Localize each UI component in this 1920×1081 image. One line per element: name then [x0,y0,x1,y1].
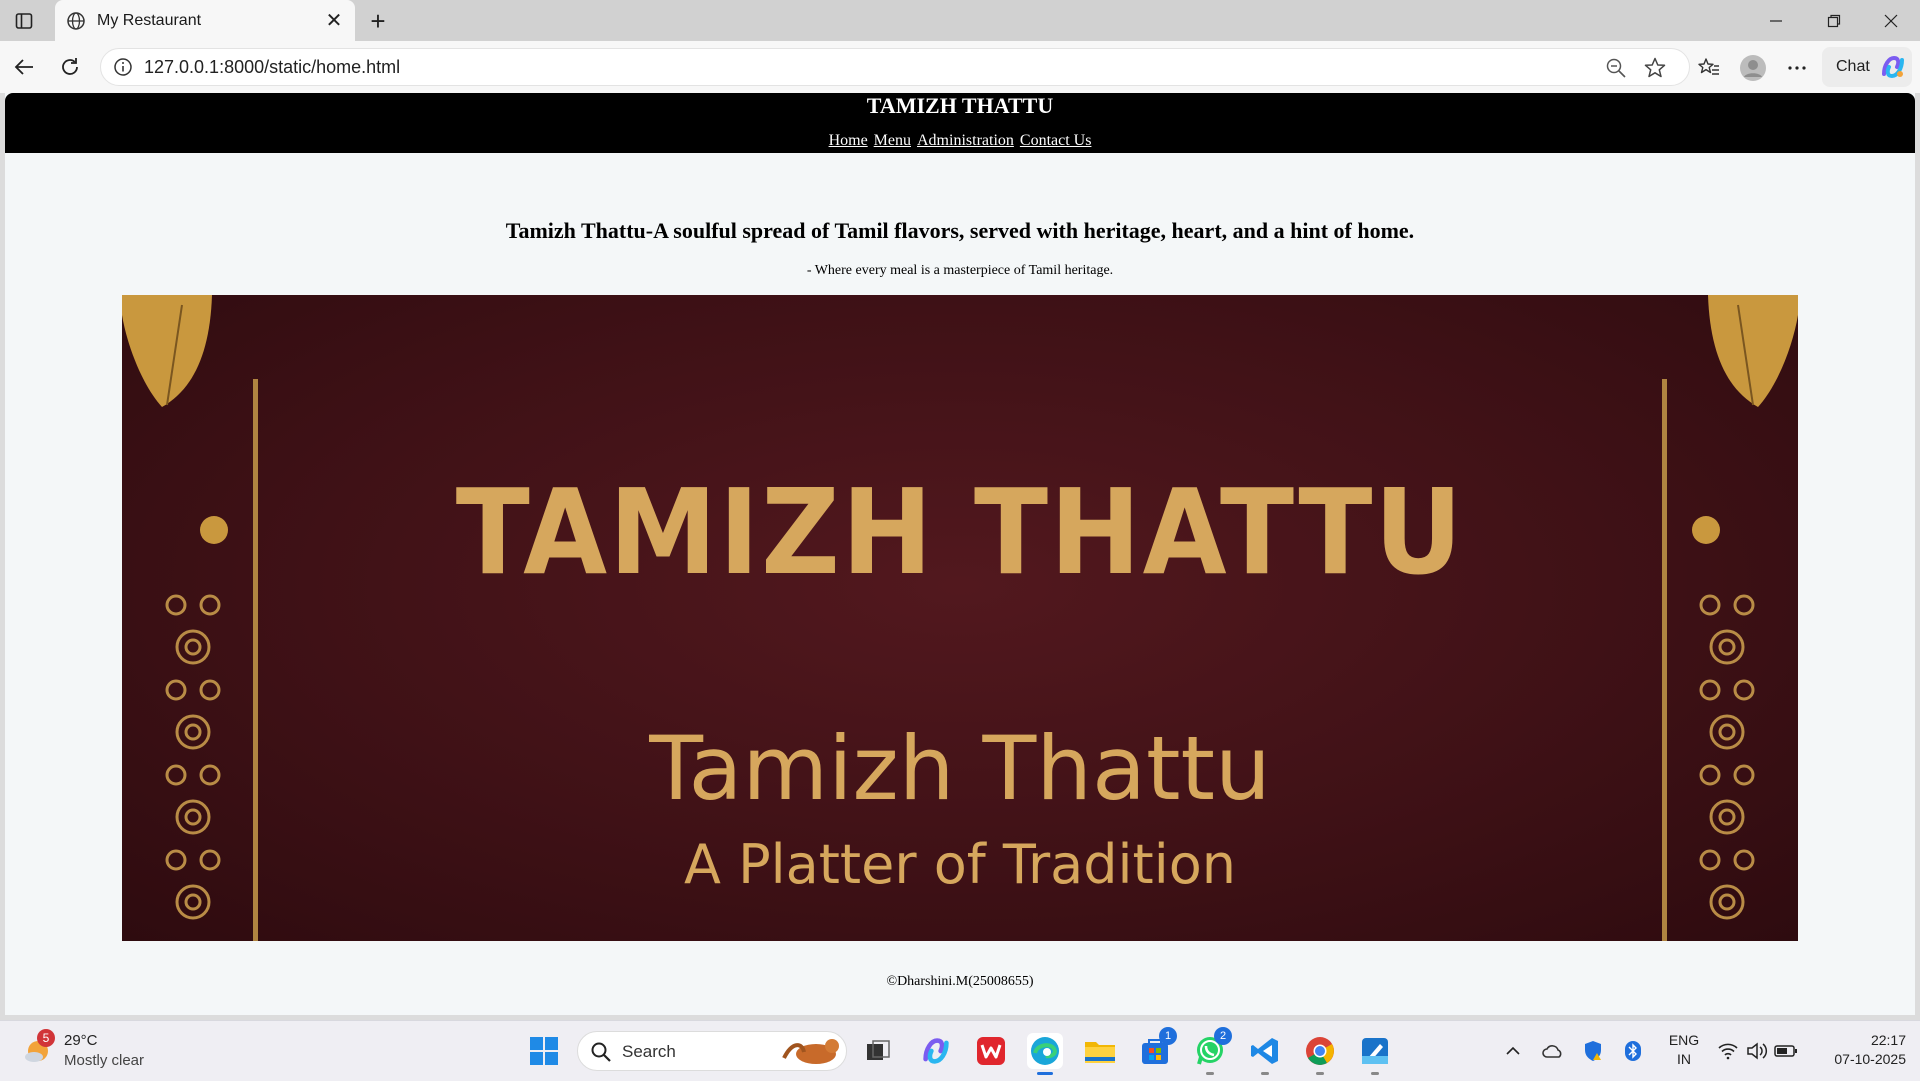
clock-date: 07-10-2025 [1834,1051,1906,1067]
taskbar-store[interactable]: 1 [1137,1027,1177,1069]
banner-subtitle: A Platter of Tradition [684,833,1236,896]
close-tab-icon[interactable]: ✕ [323,10,345,32]
whatsapp-badge: 2 [1214,1027,1232,1045]
site-header: TAMIZH THATTU Home Menu Administration C… [5,93,1915,153]
copilot-app-icon [923,1038,949,1064]
store-badge: 1 [1159,1027,1177,1045]
tagline: Tamizh Thattu-A soulful spread of Tamil … [505,218,1415,243]
tab-title: My Restaurant [97,11,202,29]
nav-link-contact-us[interactable]: Contact Us [1020,132,1092,149]
address-bar[interactable]: 127.0.0.1:8000/static/home.html [100,48,1690,86]
windows-logo-icon [530,1037,558,1065]
system-clock[interactable]: 22:17 07-10-2025 [1810,1031,1906,1069]
sidebar-toggle-icon[interactable] [12,9,36,33]
globe-icon [65,10,87,32]
more-options-icon[interactable] [1783,54,1811,82]
language-indicator[interactable]: ENG IN [1664,1031,1704,1069]
favorite-star-icon[interactable] [1643,56,1667,80]
folder-icon [1085,1042,1115,1063]
taskbar-chrome[interactable] [1302,1033,1338,1075]
weather-temp: 29°C [64,1032,98,1049]
paint-app-icon [1362,1038,1388,1064]
task-view-button[interactable] [860,1033,896,1069]
wifi-icon[interactable] [1716,1039,1740,1063]
taskbar-file-explorer[interactable] [1082,1033,1118,1069]
bluetooth-icon[interactable] [1621,1039,1645,1063]
weather-condition: Mostly clear [64,1052,145,1069]
vscode-icon [1251,1038,1278,1064]
onedrive-cloud-icon[interactable] [1541,1039,1565,1063]
zoom-out-icon[interactable] [1605,57,1627,79]
browser-tab-bar: My Restaurant ✕ + [0,0,1920,41]
search-placeholder: Search [622,1042,676,1061]
language-code: ENG [1668,1032,1700,1048]
copilot-icon [1881,55,1904,79]
running-indicator [1371,1072,1379,1075]
taskbar-edge[interactable] [1027,1033,1063,1075]
start-button[interactable] [526,1033,562,1069]
language-region: IN [1677,1051,1691,1067]
running-indicator [1261,1072,1269,1075]
show-hidden-icons-chevron-icon[interactable] [1501,1039,1525,1063]
taskbar-copilot[interactable] [918,1033,954,1069]
wps-office-icon [977,1037,1005,1065]
edge-browser-icon [1031,1037,1059,1065]
nav-link-administration[interactable]: Administration [917,132,1014,149]
back-icon[interactable] [9,52,39,82]
site-info-icon[interactable] [113,57,133,77]
banner-title: TAMIZH THATTU [455,463,1465,601]
active-indicator [1037,1072,1053,1075]
running-indicator [1206,1072,1214,1075]
search-highlight-illustration-icon [782,1039,839,1064]
restore-icon[interactable] [1809,0,1859,41]
sub-tagline: - Where every meal is a masterpiece of T… [806,263,1114,278]
browser-toolbar: 127.0.0.1:8000/static/home.html Chat [0,41,1920,93]
nav-link-home[interactable]: Home [829,132,868,149]
chat-button[interactable]: Chat [1822,47,1912,87]
chrome-icon [1306,1037,1334,1065]
taskbar-search[interactable]: Search [577,1031,847,1071]
windows-taskbar: 5 29°C Mostly clear Search 1 2 ENG IN 22… [0,1020,1920,1081]
clock-time: 22:17 [1870,1032,1906,1048]
footer-copyright: ©Dharshini.M(25008655) [886,974,1034,989]
taskbar-vscode[interactable] [1247,1033,1283,1075]
close-window-icon[interactable] [1866,0,1916,41]
weather-badge: 5 [37,1029,55,1047]
task-view-icon [867,1040,890,1060]
running-indicator [1316,1072,1324,1075]
site-title: TAMIZH THATTU [866,93,1054,118]
profile-avatar-icon[interactable] [1739,54,1767,82]
favorites-list-icon[interactable] [1695,54,1723,82]
url-text[interactable]: 127.0.0.1:8000/static/home.html [144,57,400,78]
page-viewport: TAMIZH THATTU Home Menu Administration C… [5,93,1915,1015]
taskbar-paint-app[interactable] [1357,1033,1393,1075]
security-shield-icon[interactable] [1581,1039,1605,1063]
weather-widget[interactable]: 5 29°C Mostly clear [22,1029,182,1073]
banner-name: Tamizh Thattu [649,717,1271,820]
new-tab-icon[interactable]: + [364,6,392,36]
taskbar-whatsapp[interactable]: 2 [1192,1027,1232,1075]
banner-image: TAMIZH THATTU Tamizh Thattu A Platter of… [122,295,1798,941]
volume-icon[interactable] [1745,1039,1769,1063]
battery-icon[interactable] [1774,1039,1798,1063]
chat-label: Chat [1836,58,1870,75]
search-icon [591,1042,611,1062]
browser-tab[interactable]: My Restaurant ✕ [55,0,355,41]
minimize-icon[interactable] [1751,0,1801,41]
taskbar-wps-office[interactable] [973,1033,1009,1069]
nav-link-menu[interactable]: Menu [874,132,911,149]
reload-icon[interactable] [55,52,85,82]
site-nav: Home Menu Administration Contact Us [5,131,1915,151]
